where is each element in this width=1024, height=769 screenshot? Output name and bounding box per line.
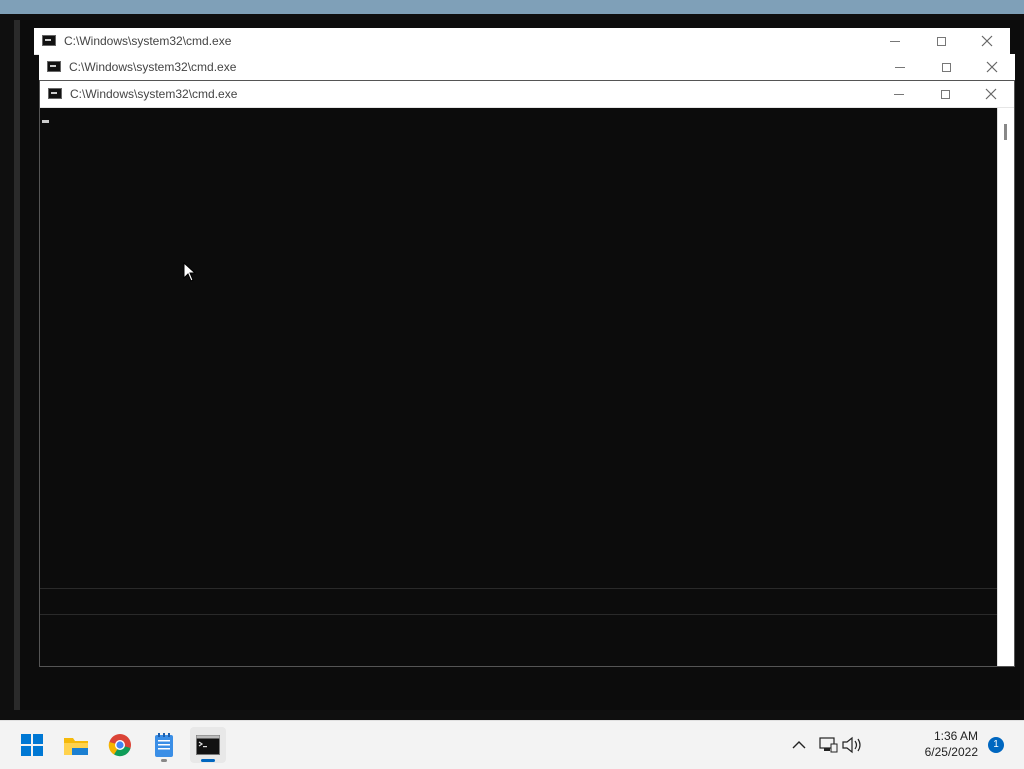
text-cursor xyxy=(42,120,49,123)
cmd-window-front[interactable]: C:\Windows\system32\cmd.exe xyxy=(39,80,1015,667)
close-button[interactable] xyxy=(969,54,1015,80)
cmd-app-icon xyxy=(48,88,62,99)
taskbar-chrome[interactable] xyxy=(102,727,138,763)
title-bar[interactable]: C:\Windows\system32\cmd.exe xyxy=(40,81,1014,108)
cmd-app-icon xyxy=(47,61,61,72)
window-title: C:\Windows\system32\cmd.exe xyxy=(70,87,238,101)
console-divider xyxy=(40,588,998,589)
minimize-icon xyxy=(895,66,905,68)
network-icon[interactable] xyxy=(816,730,840,760)
title-bar[interactable]: C:\Windows\system32\cmd.exe xyxy=(39,54,1015,81)
minimize-button[interactable] xyxy=(872,28,918,54)
start-button[interactable] xyxy=(14,727,50,763)
close-icon xyxy=(986,61,998,73)
chevron-up-icon[interactable] xyxy=(784,730,814,760)
close-button[interactable] xyxy=(964,28,1010,54)
command-prompt-icon xyxy=(196,735,220,755)
minimize-icon xyxy=(890,40,900,42)
chrome-icon xyxy=(108,734,131,757)
taskbar: 1:36 AM 6/25/2022 1 xyxy=(0,720,1024,769)
open-indicator xyxy=(161,759,167,762)
clock-time: 1:36 AM xyxy=(933,729,978,743)
close-button[interactable] xyxy=(968,81,1014,107)
close-icon xyxy=(981,35,993,47)
maximize-icon xyxy=(936,36,946,46)
taskbar-file-explorer[interactable] xyxy=(58,727,94,763)
active-indicator xyxy=(201,759,215,762)
volume-icon[interactable] xyxy=(840,730,864,760)
vertical-scrollbar[interactable] xyxy=(997,108,1014,666)
window-title: C:\Windows\system32\cmd.exe xyxy=(64,34,232,48)
scrollbar-thumb[interactable] xyxy=(1004,124,1007,140)
mouse-pointer-icon xyxy=(183,262,197,282)
minimize-button[interactable] xyxy=(876,81,922,107)
notepad-icon xyxy=(155,733,173,757)
window-title: C:\Windows\system32\cmd.exe xyxy=(69,60,237,74)
notification-badge[interactable]: 1 xyxy=(988,737,1004,753)
file-explorer-icon xyxy=(64,738,88,755)
console-output[interactable] xyxy=(40,108,998,666)
close-icon xyxy=(985,88,997,100)
cmd-app-icon xyxy=(42,35,56,46)
maximize-icon xyxy=(940,89,950,99)
maximize-button[interactable] xyxy=(922,81,968,107)
title-bar[interactable]: C:\Windows\system32\cmd.exe xyxy=(34,28,1010,55)
maximize-button[interactable] xyxy=(923,54,969,80)
desktop-background xyxy=(0,0,1024,14)
minimize-icon xyxy=(894,93,904,95)
minimize-button[interactable] xyxy=(877,54,923,80)
maximize-button[interactable] xyxy=(918,28,964,54)
start-icon xyxy=(21,734,43,756)
console-divider xyxy=(40,614,998,615)
clock-date: 6/25/2022 xyxy=(924,745,978,759)
taskbar-notepad[interactable] xyxy=(146,727,182,763)
system-tray xyxy=(784,721,864,769)
system-clock[interactable]: 1:36 AM 6/25/2022 xyxy=(925,728,978,760)
maximize-icon xyxy=(941,62,951,72)
taskbar-command-prompt[interactable] xyxy=(190,727,226,763)
